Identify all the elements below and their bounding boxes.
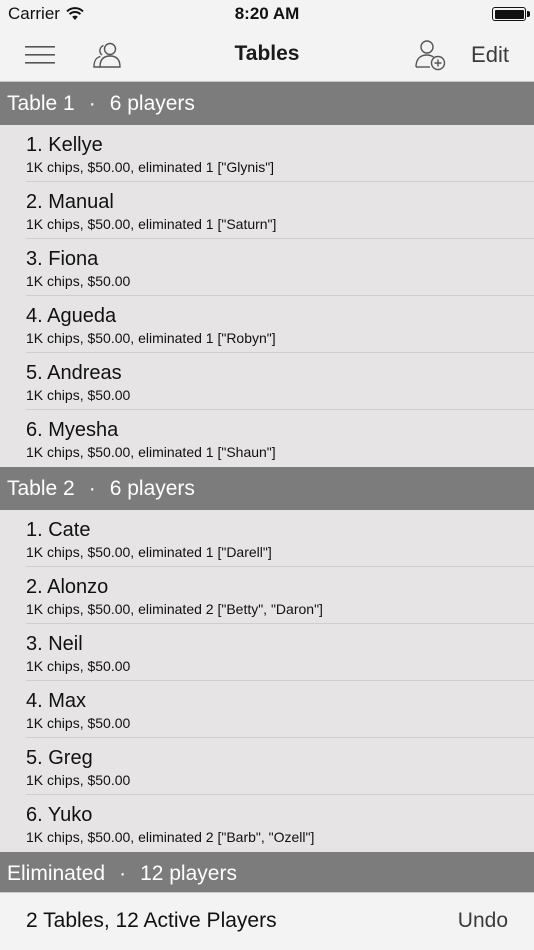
page-title: Tables — [234, 42, 300, 65]
status-time: 8:20 AM — [234, 4, 300, 23]
player-name: 1. Cate — [26, 519, 91, 541]
add-player-button[interactable] — [410, 28, 450, 82]
player-row[interactable]: 4. Agueda 1K chips, $50.00, eliminated 1… — [26, 296, 534, 353]
player-details: 1K chips, $50.00, eliminated 1 ["Shaun"] — [26, 444, 276, 460]
bottom-toolbar: 2 Tables, 12 Active Players Undo — [0, 892, 534, 950]
player-row[interactable]: 5. Andreas 1K chips, $50.00 — [26, 353, 534, 410]
section-title: Table 2 — [7, 476, 75, 500]
player-row[interactable]: 1. Cate 1K chips, $50.00, eliminated 1 [… — [26, 510, 534, 567]
player-name: 4. Agueda — [26, 305, 117, 327]
player-details: 1K chips, $50.00 — [26, 772, 131, 788]
player-details: 1K chips, $50.00 — [26, 387, 131, 403]
section-count: 6 players — [109, 476, 195, 500]
player-name: 5. Greg — [26, 747, 93, 769]
player-details: 1K chips, $50.00 — [26, 715, 131, 731]
player-row[interactable]: 2. Alonzo 1K chips, $50.00, eliminated 2… — [26, 567, 534, 624]
table-2-players: 1. Cate 1K chips, $50.00, eliminated 1 [… — [0, 510, 534, 852]
player-name: 3. Neil — [26, 633, 83, 655]
player-name: 6. Yuko — [26, 804, 93, 826]
section-header-table-1: Table 1 · 6 players — [0, 82, 534, 125]
player-name: 2. Manual — [26, 191, 114, 213]
section-header-table-2: Table 2 · 6 players — [0, 467, 534, 510]
section-separator: · — [88, 91, 96, 115]
player-details: 1K chips, $50.00, eliminated 2 ["Betty",… — [26, 601, 323, 617]
tables-summary: 2 Tables, 12 Active Players — [26, 909, 277, 932]
player-details: 1K chips, $50.00, eliminated 1 ["Robyn"] — [26, 330, 276, 346]
player-details: 1K chips, $50.00, eliminated 2 ["Barb", … — [26, 829, 315, 845]
player-row[interactable]: 3. Fiona 1K chips, $50.00 — [26, 239, 534, 296]
section-count: 12 players — [140, 861, 237, 885]
section-title: Table 1 — [7, 91, 75, 115]
section-header-eliminated[interactable]: Eliminated · 12 players — [0, 852, 534, 892]
table-1-players: 1. Kellye 1K chips, $50.00, eliminated 1… — [0, 125, 534, 467]
player-row[interactable]: 2. Manual 1K chips, $50.00, eliminated 1… — [26, 182, 534, 239]
player-row[interactable]: 6. Myesha 1K chips, $50.00, eliminated 1… — [26, 410, 534, 467]
battery-icon — [492, 7, 530, 21]
add-person-icon — [415, 40, 446, 71]
player-row[interactable]: 1. Kellye 1K chips, $50.00, eliminated 1… — [26, 125, 534, 182]
player-details: 1K chips, $50.00 — [26, 658, 131, 674]
player-details: 1K chips, $50.00, eliminated 1 ["Darell"… — [26, 544, 272, 560]
section-title: Eliminated — [7, 861, 106, 885]
player-row[interactable]: 5. Greg 1K chips, $50.00 — [26, 738, 534, 795]
player-name: 5. Andreas — [26, 362, 122, 384]
player-details: 1K chips, $50.00, eliminated 1 ["Glynis"… — [26, 159, 275, 175]
player-name: 4. Max — [26, 690, 87, 712]
player-details: 1K chips, $50.00, eliminated 1 ["Saturn"… — [26, 216, 277, 232]
section-separator: · — [88, 476, 96, 500]
player-name: 3. Fiona — [26, 248, 99, 270]
status-bar: Carrier 8:20 AM — [0, 0, 534, 28]
player-details: 1K chips, $50.00 — [26, 273, 131, 289]
player-row[interactable]: 4. Max 1K chips, $50.00 — [26, 681, 534, 738]
player-row[interactable]: 6. Yuko 1K chips, $50.00, eliminated 2 [… — [26, 795, 534, 852]
player-row[interactable]: 3. Neil 1K chips, $50.00 — [26, 624, 534, 681]
nav-bar: Tables Edit — [0, 28, 534, 82]
player-name: 6. Myesha — [26, 419, 119, 441]
edit-button[interactable]: Edit — [462, 28, 518, 82]
section-separator: · — [119, 861, 127, 885]
player-name: 2. Alonzo — [26, 576, 109, 598]
section-count: 6 players — [109, 91, 195, 115]
tables-list[interactable]: Table 1 · 6 players 1. Kellye 1K chips, … — [0, 82, 534, 892]
undo-button[interactable]: Undo — [458, 909, 508, 933]
player-name: 1. Kellye — [26, 134, 103, 156]
